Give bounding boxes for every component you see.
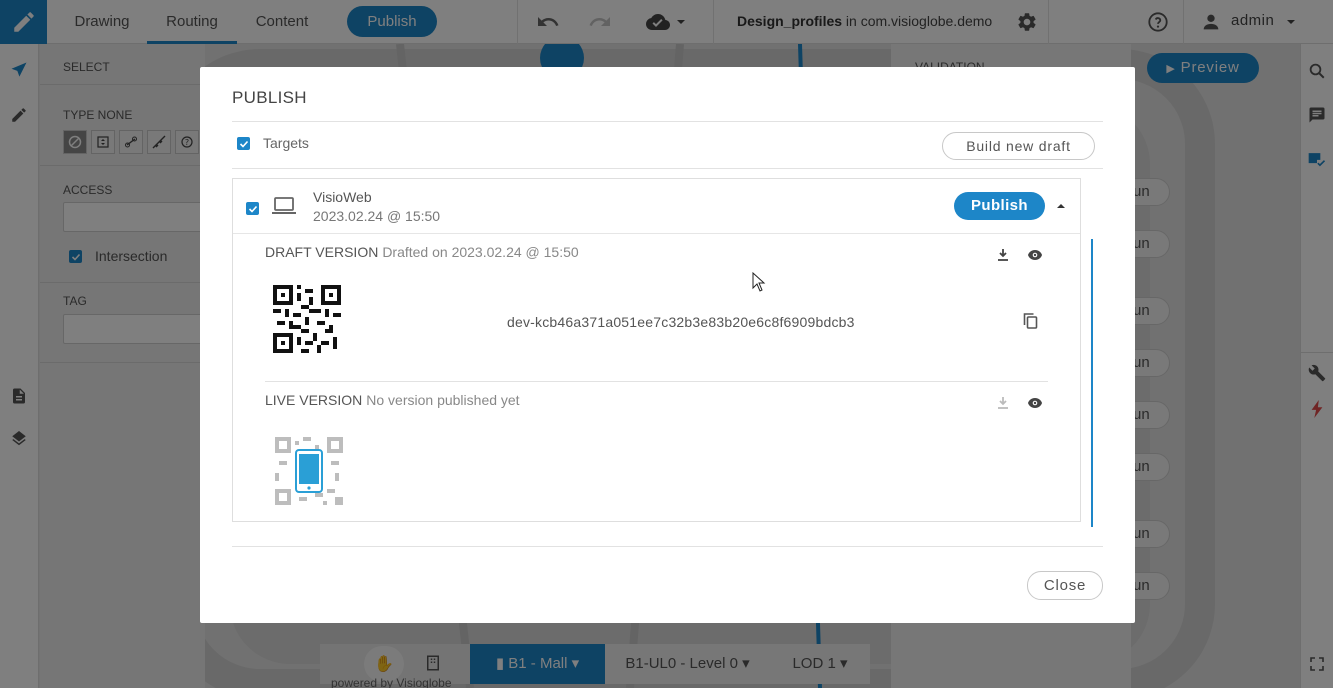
live-version-heading: LIVE VERSION No version published yet xyxy=(265,392,520,408)
draft-hash: dev-kcb46a371a051ee7c32b3e83b20e6c8f6909… xyxy=(507,314,855,330)
laptop-icon xyxy=(271,195,297,222)
target-card-visioweb: VisioWeb 2023.02.24 @ 15:50 Publish DRAF… xyxy=(232,178,1081,522)
draft-qr-code xyxy=(273,285,341,358)
mouse-cursor-icon xyxy=(752,271,766,297)
draft-version-title: DRAFT VERSION xyxy=(265,244,379,260)
live-version-title: LIVE VERSION xyxy=(265,392,363,408)
live-qr-placeholder xyxy=(275,437,343,510)
draft-eye-icon[interactable] xyxy=(1027,248,1043,267)
build-new-draft-button[interactable]: Build new draft xyxy=(942,132,1095,160)
copy-icon[interactable] xyxy=(1023,313,1038,334)
draft-download-icon[interactable] xyxy=(996,248,1010,267)
targets-checkbox[interactable] xyxy=(237,137,250,150)
live-eye-icon[interactable] xyxy=(1027,396,1043,415)
live-download-icon xyxy=(996,396,1010,415)
target-date: 2023.02.24 @ 15:50 xyxy=(313,208,441,224)
collapse-chevron-icon[interactable] xyxy=(1055,199,1067,217)
live-version-status: No version published yet xyxy=(366,392,520,408)
draft-version-heading: DRAFT VERSION Drafted on 2023.02.24 @ 15:… xyxy=(265,244,579,260)
target-publish-button[interactable]: Publish xyxy=(954,192,1045,220)
phone-icon xyxy=(295,449,323,493)
dialog-title: PUBLISH xyxy=(232,88,307,107)
card-scroll-indicator xyxy=(1091,239,1093,527)
target-name: VisioWeb xyxy=(313,189,372,205)
publish-dialog: PUBLISH Targets Build new draft VisioWeb… xyxy=(200,67,1135,623)
target-checkbox[interactable] xyxy=(246,202,259,215)
targets-label: Targets xyxy=(263,135,309,151)
close-button[interactable]: Close xyxy=(1027,571,1103,600)
draft-version-date: Drafted on 2023.02.24 @ 15:50 xyxy=(382,244,579,260)
